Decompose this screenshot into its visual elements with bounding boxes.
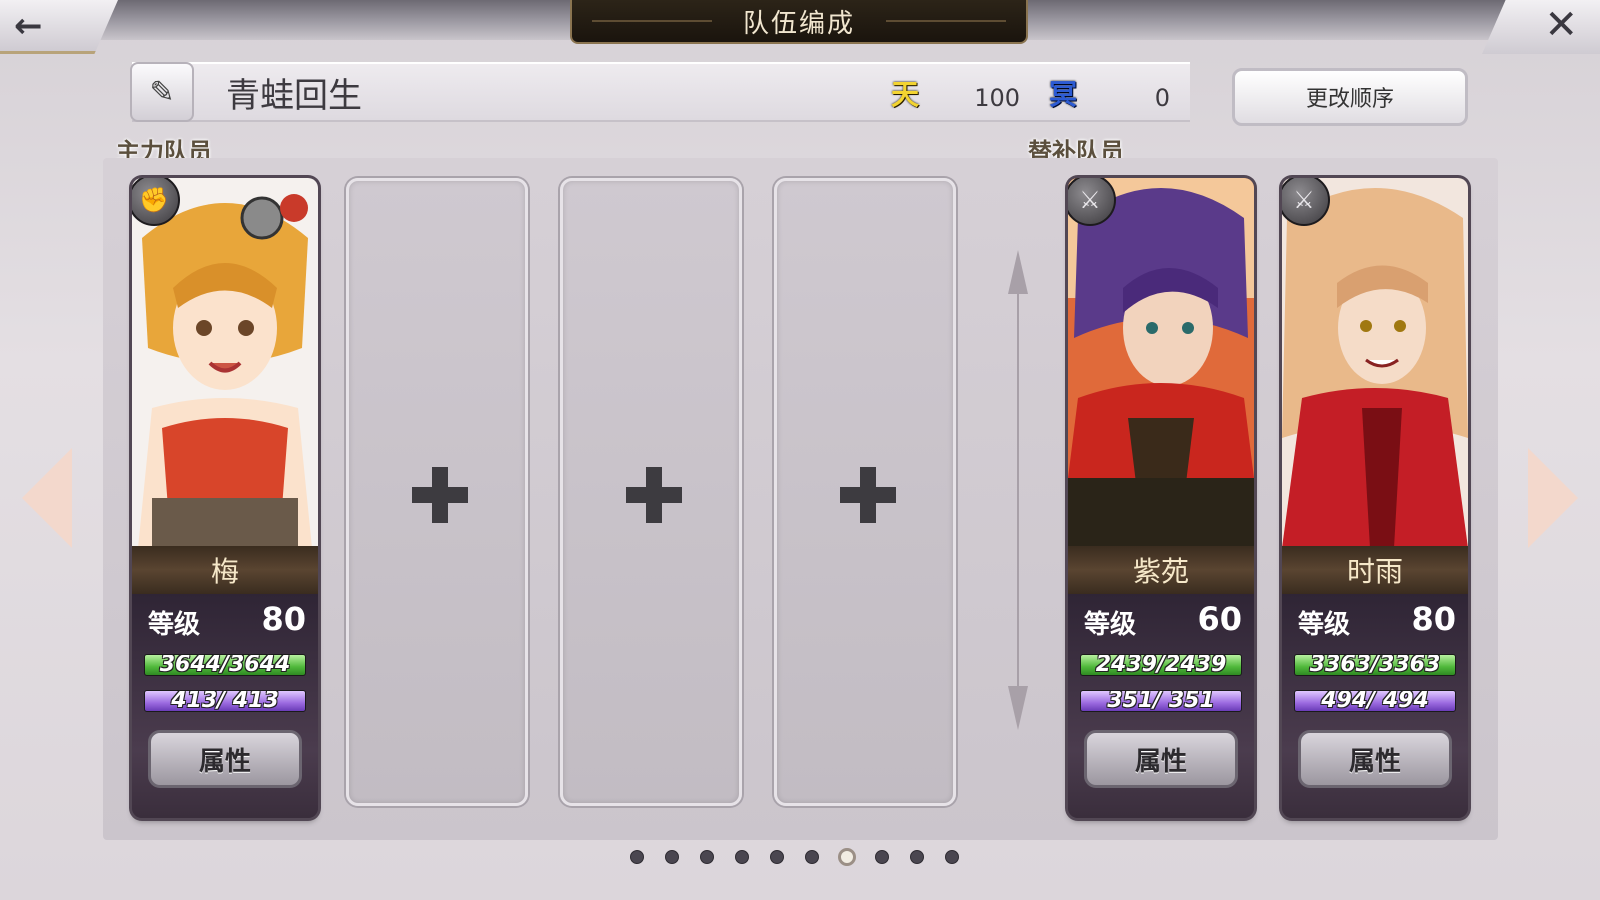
level-label: 等级 (148, 610, 201, 640)
attributes-button[interactable]: 属性 (1084, 730, 1238, 788)
mp-bar: 413/ 413 (144, 690, 306, 712)
level-label: 等级 (1084, 610, 1137, 640)
pagination-dot[interactable] (735, 850, 749, 864)
team-pagination (630, 848, 970, 868)
back-button[interactable]: ← (0, 0, 118, 54)
pagination-dot[interactable] (700, 850, 714, 864)
swap-divider (1006, 250, 1030, 730)
quill-pen-icon: ✎ (149, 74, 175, 110)
mp-bar: 351/ 351 (1080, 690, 1242, 712)
pagination-dot[interactable] (630, 850, 644, 864)
plus-icon (412, 467, 468, 523)
mp-bar: 494/ 494 (1294, 690, 1456, 712)
empty-slot-2[interactable] (346, 178, 528, 806)
plus-icon (840, 467, 896, 523)
attributes-button[interactable]: 属性 (148, 730, 302, 788)
mp-text: 413/ 413 (171, 690, 279, 712)
level-value: 80 (261, 600, 306, 638)
level-label: 等级 (1298, 610, 1351, 640)
character-portrait (132, 178, 318, 548)
page-title: 队伍编成 (742, 8, 855, 39)
character-name: 梅 (132, 546, 318, 594)
hp-text: 2439/2439 (1095, 654, 1227, 676)
pagination-dot[interactable] (805, 850, 819, 864)
pagination-dot[interactable] (945, 850, 959, 864)
character-portrait (1068, 178, 1254, 548)
heaven-badge-icon: 天 (890, 78, 919, 111)
divider-line (1017, 290, 1019, 690)
pagination-dot[interactable] (875, 850, 889, 864)
change-order-button[interactable]: 更改顺序 (1232, 68, 1468, 126)
arrow-down-icon (1008, 686, 1028, 730)
pagination-dot[interactable] (838, 848, 856, 866)
hp-bar: 3644/3644 (144, 654, 306, 676)
character-portrait (1282, 178, 1468, 548)
mp-text: 351/ 351 (1107, 690, 1215, 712)
underworld-value: 0 (1154, 84, 1170, 112)
member-card-mei[interactable]: ✊ 梅 等级 80 3644/3644 413/ 413 属性 (132, 178, 318, 818)
next-team-arrow-icon[interactable] (1528, 448, 1578, 548)
member-card-shion[interactable]: ⚔ 紫苑 等级 60 2439/2439 351/ 351 属性 (1068, 178, 1254, 818)
underworld-badge-icon: 冥 (1048, 78, 1077, 111)
hp-text: 3363/3363 (1309, 654, 1441, 676)
plus-icon (626, 467, 682, 523)
team-name: 青蛙回生 (226, 76, 362, 116)
character-name: 紫苑 (1068, 546, 1254, 594)
mp-text: 494/ 494 (1321, 690, 1429, 712)
hp-bar: 3363/3363 (1294, 654, 1456, 676)
arrow-left-icon: ← (14, 6, 43, 46)
empty-slot-3[interactable] (560, 178, 742, 806)
pagination-dot[interactable] (770, 850, 784, 864)
member-card-shigure[interactable]: ⚔ 时雨 等级 80 3363/3363 494/ 494 属性 (1282, 178, 1468, 818)
level-value: 60 (1197, 600, 1242, 638)
close-x-icon: ✕ (1544, 2, 1578, 48)
arrow-up-icon (1008, 250, 1028, 294)
rename-team-button[interactable]: ✎ (130, 62, 194, 122)
heaven-value: 100 (974, 84, 1020, 112)
character-name: 时雨 (1282, 546, 1468, 594)
stats-panel: 等级 80 3644/3644 413/ 413 属性 (132, 594, 318, 818)
pagination-dot[interactable] (910, 850, 924, 864)
hp-text: 3644/3644 (159, 654, 291, 676)
prev-team-arrow-icon[interactable] (22, 448, 72, 548)
stats-panel: 等级 80 3363/3363 494/ 494 属性 (1282, 594, 1468, 818)
stats-panel: 等级 60 2439/2439 351/ 351 属性 (1068, 594, 1254, 818)
title-plate: 队伍编成 (570, 0, 1028, 44)
level-value: 80 (1411, 600, 1456, 638)
pagination-dot[interactable] (665, 850, 679, 864)
empty-slot-4[interactable] (774, 178, 956, 806)
attributes-button[interactable]: 属性 (1298, 730, 1452, 788)
hp-bar: 2439/2439 (1080, 654, 1242, 676)
